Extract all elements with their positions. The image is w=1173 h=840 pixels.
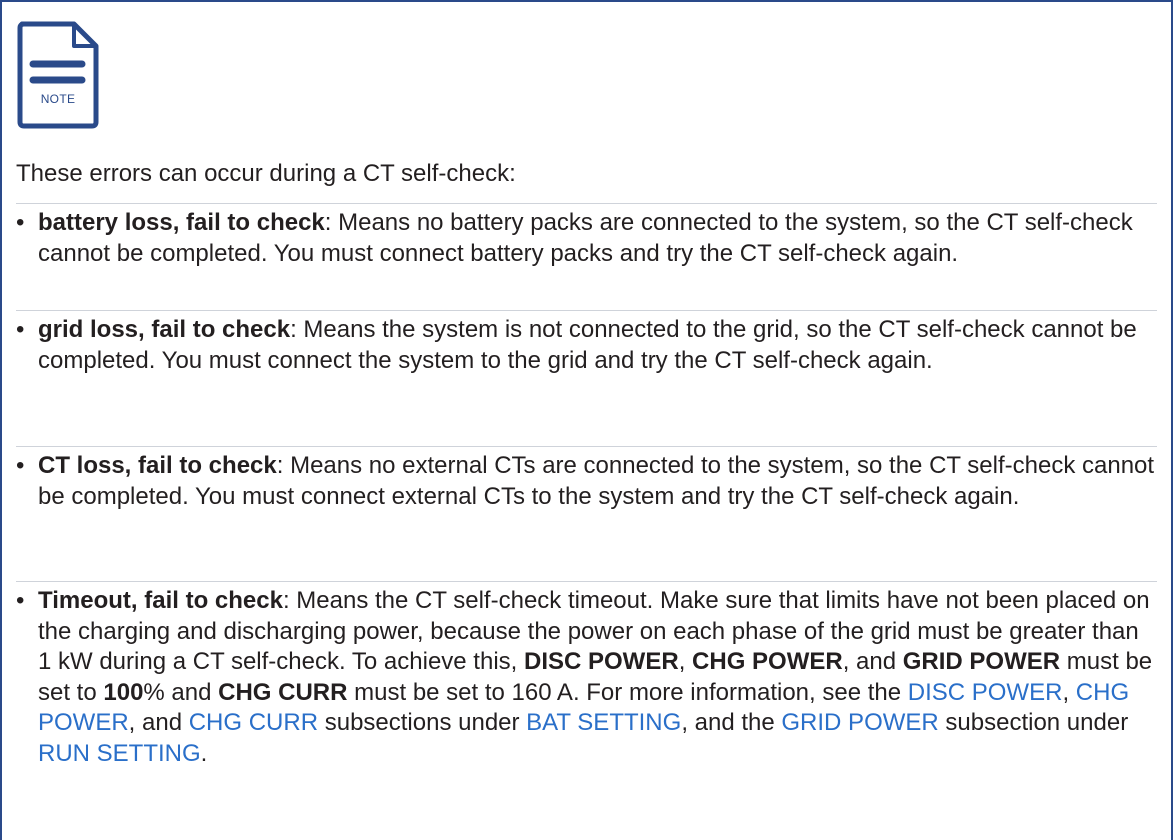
item-text: , and [128,709,189,736]
bold-chg-curr: CHG CURR [218,678,348,706]
item-term: battery loss, fail to check [38,209,325,236]
bold-chg-power: CHG POWER [692,648,843,675]
bullet: • [16,316,25,343]
bullet: • [16,209,25,236]
divider [16,310,1157,311]
item-text: % and [143,678,219,706]
list-item-ct-loss: • CT loss, fail to check: Means no extern… [16,451,1157,512]
item-text: , and [842,648,903,675]
intro-text: These errors can occur during a CT self-… [16,160,516,187]
note-document-icon: NOTE [16,20,100,130]
item-text: , [1062,678,1076,706]
item-term: CT loss, fail to check [38,452,277,479]
item-text: subsection under [938,709,1129,736]
item-text: . [200,739,208,767]
note-icon-label: NOTE [40,92,76,106]
link-chg-curr[interactable]: CHG CURR [189,709,318,736]
list-item-timeout: • Timeout, fail to check: Means the CT se… [16,586,1157,769]
link-run-setting[interactable]: RUN SETTING [38,740,201,767]
item-term: Timeout, fail to check [38,587,283,614]
divider [16,446,1157,447]
item-text: , and the [681,709,782,736]
bold-100: 100 [103,678,144,706]
bullet: • [16,452,25,479]
list-item-grid-loss: • grid loss, fail to check: Means the sys… [16,315,1157,376]
item-term: grid loss, fail to check [38,316,291,343]
bold-disc-power: DISC POWER [524,648,679,675]
note-panel: NOTE These errors can occur during a CT … [0,0,1173,840]
bullet: • [16,587,25,614]
bold-grid-power: GRID POWER [902,648,1061,675]
link-bat-setting[interactable]: BAT SETTING [526,709,681,736]
list-item-battery-loss: • battery loss, fail to check: Means no b… [16,208,1157,269]
item-text: , [678,648,693,675]
item-text: subsections under [318,709,527,736]
divider [16,203,1157,204]
link-disc-power[interactable]: DISC POWER [908,679,1063,706]
link-grid-power[interactable]: GRID POWER [781,709,938,736]
divider [16,581,1157,582]
item-text: must be set to 160 A. For more informati… [347,678,908,706]
